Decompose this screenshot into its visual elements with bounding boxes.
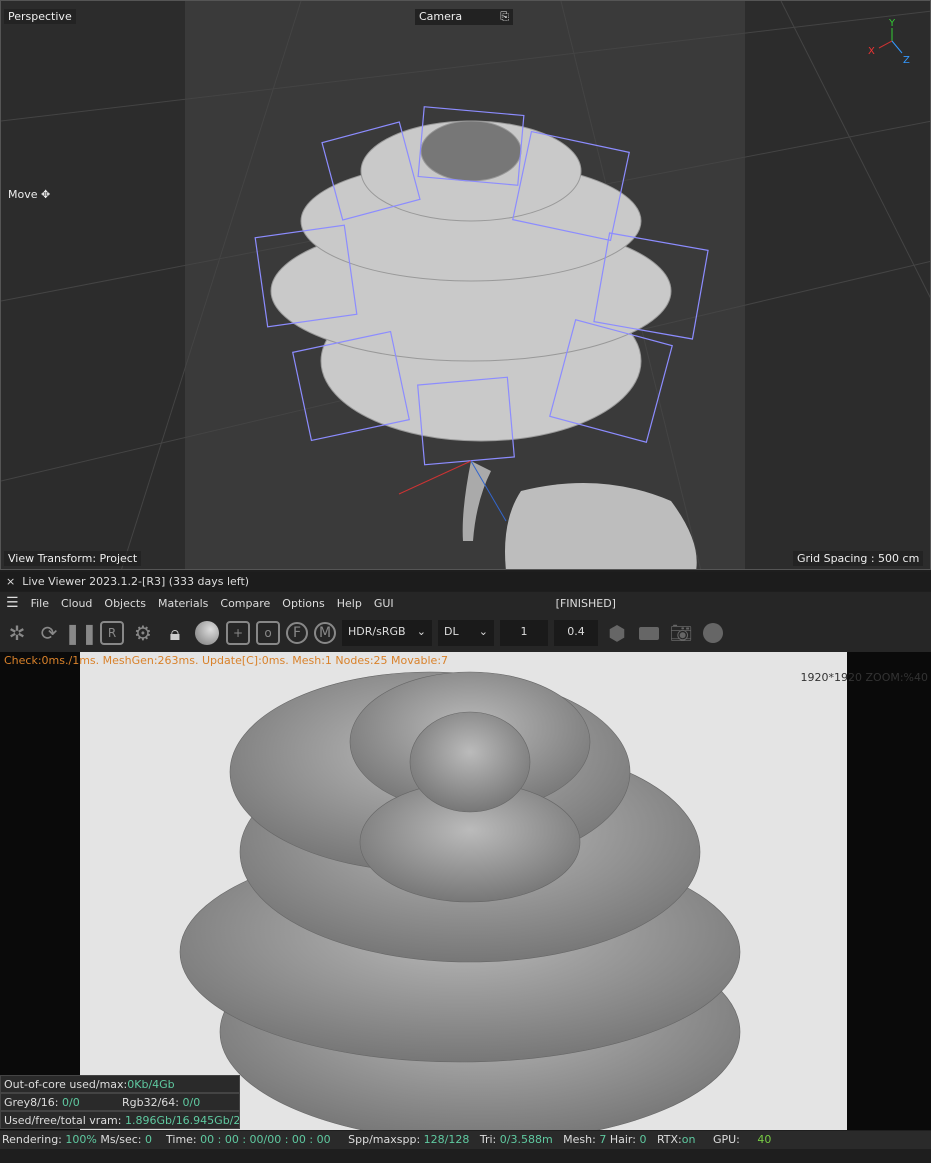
grey-label: Grey8/16: xyxy=(4,1096,62,1109)
circle-icon[interactable] xyxy=(700,620,726,646)
value1-input[interactable]: 1 xyxy=(500,620,548,646)
aperture-icon[interactable]: ✲ xyxy=(4,620,30,646)
render-status: [FINISHED] xyxy=(555,596,616,610)
rendering-label: Rendering: xyxy=(2,1133,66,1146)
tonemap-value: HDR/sRGB xyxy=(348,625,406,638)
time-label: Time: xyxy=(166,1133,201,1146)
menu-cloud[interactable]: Cloud xyxy=(61,597,92,610)
mssec-label: Ms/sec: xyxy=(96,1133,146,1146)
menu-options[interactable]: Options xyxy=(282,597,324,610)
move-icon: ✥ xyxy=(41,188,51,201)
resolution-zoom: 1920*1920 ZOOM:%40 xyxy=(800,671,928,684)
axis-y-label: Y xyxy=(888,18,896,29)
close-icon[interactable]: × xyxy=(6,575,15,588)
rose-model xyxy=(270,120,672,442)
grid-spacing: Grid Spacing : 500 cm xyxy=(793,551,924,566)
spp-label: Spp/maxspp: xyxy=(348,1133,424,1146)
leaf-shape xyxy=(505,483,697,569)
tool-name: Move xyxy=(8,188,38,201)
r-label: R xyxy=(107,626,117,640)
axis-z-label: Z xyxy=(903,55,910,66)
mesh-value: 7 xyxy=(599,1133,607,1146)
vram-value: 1.896Gb/16.945Gb/23.9 xyxy=(124,1114,240,1127)
hexagon-icon[interactable]: ⬢ xyxy=(604,620,630,646)
rgb-label: Rgb32/64: xyxy=(122,1096,183,1109)
menu-gui[interactable]: GUI xyxy=(374,597,394,610)
menu-compare[interactable]: Compare xyxy=(220,597,270,610)
3d-viewport[interactable]: Y X Z Perspective Camera ⎘ Move ✥ View Tr… xyxy=(0,0,931,570)
live-viewer-title: Live Viewer 2023.1.2-[R3] (333 days left… xyxy=(22,575,250,588)
value2-input[interactable]: 0.4 xyxy=(554,620,598,646)
status-bar: Rendering: 100% Ms/sec: 0 Time: 00 : 00 … xyxy=(0,1131,931,1149)
kernel-select[interactable]: DL ⌄ xyxy=(438,620,494,646)
grey-value: 0/0 xyxy=(62,1096,80,1109)
ooc-value: 0Kb/4Gb xyxy=(127,1078,175,1091)
camera-selector[interactable]: Camera ⎘ xyxy=(415,9,513,25)
x-axis-gizmo xyxy=(398,460,472,495)
axis-indicator: Y X Z xyxy=(868,18,910,66)
menu-objects[interactable]: Objects xyxy=(104,597,146,610)
m-label: M xyxy=(318,625,332,641)
tool-label: Move ✥ xyxy=(4,187,54,202)
hair-label: Hair: xyxy=(609,1133,640,1146)
material-pin-icon[interactable]: M xyxy=(314,622,336,644)
view-transform: View Transform: Project xyxy=(4,551,142,566)
kernel-value: DL xyxy=(444,625,459,638)
rtx-label: RTX: xyxy=(656,1133,682,1146)
viewport-scene: Y X Z xyxy=(1,1,930,569)
ooc-label: Out-of-core used/max: xyxy=(4,1078,128,1091)
view-name[interactable]: Perspective xyxy=(4,9,76,24)
toolbar: ✲ ⟳ ❚❚ R ⚙ 🔒︎ + o F M HDR/sRGB ⌄ DL ⌄ 1 0.… xyxy=(0,614,931,652)
menu-bar: ☰ File Cloud Objects Materials Compare O… xyxy=(0,592,931,614)
gpu-label: GPU: xyxy=(712,1133,744,1146)
restart-icon[interactable]: ⟳ xyxy=(36,620,62,646)
time-value: 00 : 00 : 00/00 : 00 : 00 xyxy=(200,1133,331,1146)
material-sphere-icon[interactable] xyxy=(194,620,220,646)
rtx-value: on xyxy=(681,1133,696,1146)
rendering-value: 100% xyxy=(65,1133,97,1146)
texture-stat: Grey8/16: 0/0 Rgb32/64: 0/0 xyxy=(0,1093,240,1111)
menu-help[interactable]: Help xyxy=(337,597,362,610)
menu-materials[interactable]: Materials xyxy=(158,597,208,610)
tri-label: Tri: xyxy=(479,1133,500,1146)
camera-icon[interactable]: 📷︎ xyxy=(668,620,694,646)
vram-stat: Used/free/total vram: 1.896Gb/16.945Gb/2… xyxy=(0,1111,240,1129)
region-render-button[interactable]: R xyxy=(100,621,124,645)
f-label: F xyxy=(292,625,302,641)
camera-label: Camera xyxy=(419,10,463,23)
tonemap-select[interactable]: HDR/sRGB ⌄ xyxy=(342,620,432,646)
out-of-core-stat: Out-of-core used/max:0Kb/4Gb xyxy=(0,1075,240,1093)
pause-icon[interactable]: ❚❚ xyxy=(64,620,98,646)
mssec-value: 0 xyxy=(145,1133,153,1146)
menu-file[interactable]: File xyxy=(31,597,49,610)
hamburger-menu-icon[interactable]: ☰ xyxy=(6,595,19,611)
rectangle-icon[interactable] xyxy=(636,620,662,646)
rendered-image[interactable] xyxy=(80,652,847,1130)
settings-gear-icon[interactable]: ⚙ xyxy=(130,620,156,646)
scene-info: Check:0ms./1ms. MeshGen:263ms. Update[C]… xyxy=(4,654,449,667)
lock-icon[interactable]: 🔒︎ xyxy=(162,620,188,646)
axis-x-label: X xyxy=(868,46,875,57)
stem xyxy=(462,461,491,541)
camera-link-icon: ⎘ xyxy=(500,10,509,23)
spp-value: 128/128 xyxy=(423,1133,470,1146)
chevron-down-icon: ⌄ xyxy=(416,625,426,638)
hair-value: 0 xyxy=(639,1133,647,1146)
focus-pin-icon[interactable]: F xyxy=(286,622,308,644)
gpu-value: 40 xyxy=(757,1133,772,1146)
chevron-down-icon: ⌄ xyxy=(478,625,488,638)
tri-value: 0/3.588m xyxy=(499,1133,553,1146)
live-viewer-titlebar: × Live Viewer 2023.1.2-[R3] (333 days le… xyxy=(0,572,931,591)
zero-region-button[interactable]: o xyxy=(256,621,280,645)
rgb-value: 0/0 xyxy=(182,1096,201,1109)
mesh-label: Mesh: xyxy=(563,1133,600,1146)
add-region-button[interactable]: + xyxy=(226,621,250,645)
vram-label: Used/free/total vram: xyxy=(4,1114,125,1127)
rendered-rose xyxy=(179,671,741,1130)
